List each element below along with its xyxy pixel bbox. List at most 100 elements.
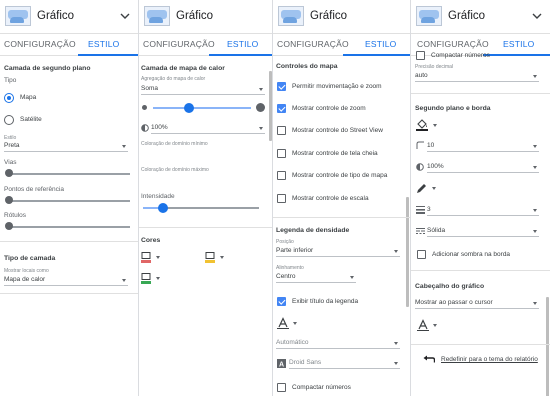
- fill-color-icon[interactable]: [416, 119, 429, 131]
- text-color-icon[interactable]: [277, 317, 289, 329]
- show-legend-title-label: Exibir título da legenda: [292, 298, 359, 305]
- control-checkbox-zoom[interactable]: [277, 104, 286, 113]
- chart-title: Gráfico: [448, 10, 486, 22]
- dropdown-caret-icon[interactable]: [433, 124, 437, 127]
- divider: [411, 270, 550, 271]
- tab-configuration[interactable]: CONFIGURAÇÃO: [277, 39, 349, 49]
- border-weight-select[interactable]: 3: [427, 205, 539, 216]
- border-radius-select[interactable]: 10: [427, 141, 539, 152]
- radius-min-dot: [142, 105, 147, 110]
- tab-style[interactable]: ESTILO: [88, 39, 119, 49]
- decimal-precision-select[interactable]: auto: [415, 71, 539, 82]
- radio-map[interactable]: [4, 93, 14, 103]
- control-checkbox-fullscreen[interactable]: [277, 149, 286, 158]
- text-size-select[interactable]: Automático: [276, 338, 400, 349]
- tab-configuration[interactable]: CONFIGURAÇÃO: [417, 39, 489, 49]
- max-color-label: Coloração de domínio máximo: [141, 167, 209, 173]
- dropdown-caret-icon[interactable]: [220, 256, 224, 259]
- style-select[interactable]: Preta: [4, 141, 128, 152]
- tab-bar: CONFIGURAÇÃO ESTILO: [0, 34, 138, 56]
- show-legend-title-checkbox[interactable]: [277, 297, 286, 306]
- show-locations-select[interactable]: Mapa de calor: [4, 275, 128, 286]
- control-checkbox-street-view[interactable]: [277, 126, 286, 135]
- aggregation-select[interactable]: Soma: [141, 84, 265, 95]
- border-weight-value: 3: [427, 206, 431, 213]
- show-on-hover-select[interactable]: Mostrar ao passar o cursor: [415, 298, 539, 309]
- geo-map-chart-icon: [416, 6, 442, 26]
- text-color-icon[interactable]: [417, 319, 429, 331]
- radius-slider-thumb[interactable]: [184, 103, 194, 113]
- undo-icon[interactable]: [423, 355, 435, 363]
- active-tab-indicator: [78, 54, 138, 56]
- opacity-select[interactable]: 100%: [151, 123, 265, 134]
- svg-text:A: A: [279, 362, 284, 369]
- reset-theme-link[interactable]: Redefinir para o tema do relatório: [441, 356, 538, 363]
- dropdown-caret-icon[interactable]: [156, 277, 160, 280]
- control-checkbox-pan-zoom[interactable]: [277, 82, 286, 91]
- decimal-precision-label: Precisão decimal: [415, 64, 454, 70]
- dropdown-caret-icon[interactable]: [432, 187, 436, 190]
- min-color-label: Coloração de domínio mínimo: [141, 141, 208, 147]
- tab-bar: CONFIGURAÇÃO ESTILO: [273, 34, 410, 56]
- intensity-slider-thumb[interactable]: [158, 203, 168, 213]
- position-select[interactable]: Parte inferior: [276, 246, 400, 257]
- control-checkbox-scale[interactable]: [277, 194, 286, 203]
- active-tab-indicator: [209, 54, 272, 56]
- labels-slider[interactable]: [8, 226, 130, 228]
- control-label: Permitir movimentação e zoom: [292, 83, 382, 90]
- dropdown-caret-icon[interactable]: [156, 256, 160, 259]
- section-title: Camada de segundo plano: [4, 65, 91, 72]
- chart-title: Gráfico: [310, 10, 348, 22]
- chevron-down-icon[interactable]: [118, 9, 132, 23]
- opacity-value: 100%: [427, 163, 444, 170]
- compact-numbers-checkbox[interactable]: [277, 383, 286, 392]
- opacity-select[interactable]: 100%: [427, 162, 539, 173]
- tab-style[interactable]: ESTILO: [227, 39, 258, 49]
- labels-slider-thumb[interactable]: [5, 222, 13, 230]
- dropdown-caret-icon: [122, 279, 126, 282]
- legend-title: Legenda de densidade: [276, 227, 350, 234]
- dropdown-caret-icon[interactable]: [293, 322, 297, 325]
- compact-numbers-checkbox[interactable]: [416, 51, 425, 60]
- landmarks-slider[interactable]: [8, 200, 130, 202]
- section-title: Camada de mapa de calor: [141, 65, 225, 72]
- dropdown-caret-icon: [394, 342, 398, 345]
- position-value: Parte inferior: [276, 247, 314, 254]
- tab-style[interactable]: ESTILO: [503, 39, 534, 49]
- border-radius-icon: [416, 141, 424, 149]
- control-checkbox-map-type[interactable]: [277, 171, 286, 180]
- alignment-select[interactable]: Centro: [276, 272, 356, 283]
- border-style-value: Sólida: [427, 227, 446, 234]
- roads-slider-thumb[interactable]: [5, 169, 13, 177]
- border-style-select[interactable]: Sólida: [427, 226, 539, 237]
- active-tab-indicator: [343, 54, 410, 56]
- color-picker-icon[interactable]: [141, 273, 153, 285]
- color-picker-icon[interactable]: [205, 252, 217, 264]
- tab-configuration[interactable]: CONFIGURAÇÃO: [143, 39, 215, 49]
- scrollbar[interactable]: [546, 297, 549, 396]
- color-picker-icon[interactable]: [141, 252, 153, 264]
- add-shadow-checkbox[interactable]: [417, 250, 426, 259]
- scrollbar[interactable]: [406, 197, 409, 307]
- radio-satellite-label: Satélite: [20, 116, 42, 123]
- aggregation-label: Agregação do mapa de calor: [141, 76, 206, 82]
- tab-style[interactable]: ESTILO: [365, 39, 396, 49]
- dropdown-caret-icon[interactable]: [433, 324, 437, 327]
- roads-slider[interactable]: [8, 173, 130, 175]
- chart-header: Gráfico: [0, 0, 138, 34]
- dropdown-caret-icon: [533, 230, 537, 233]
- landmarks-slider-thumb[interactable]: [5, 196, 13, 204]
- opacity-value: 100%: [151, 124, 168, 131]
- labels-label: Rótulos: [4, 212, 27, 219]
- tab-configuration[interactable]: CONFIGURAÇÃO: [4, 39, 76, 49]
- dropdown-caret-icon: [533, 75, 537, 78]
- radio-satellite[interactable]: [4, 115, 14, 125]
- position-label: Posição: [276, 239, 294, 245]
- geo-map-chart-icon: [144, 6, 170, 26]
- compact-numbers-label: Compactar números: [292, 384, 351, 391]
- divider: [0, 293, 138, 294]
- font-family-select[interactable]: Droid Sans: [289, 358, 400, 369]
- border-color-icon[interactable]: [416, 183, 427, 194]
- radius-slider[interactable]: [153, 107, 251, 109]
- chevron-down-icon[interactable]: [530, 9, 544, 23]
